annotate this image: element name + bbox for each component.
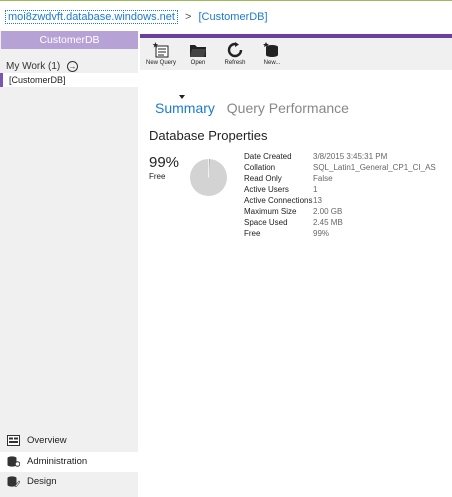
ribbon-toolbar: New Query Open Refresh New... [140,34,452,70]
tab-summary[interactable]: Summary [155,100,215,116]
new-query-label: New Query [145,60,176,66]
property-value: 99% [313,229,330,238]
property-value: 2.00 GB [313,207,343,216]
property-key: Read Only [244,174,282,183]
nav-item-administration[interactable]: Administration [0,452,138,472]
breadcrumb-server-link[interactable]: moi8zwdvft.database.windows.net [5,10,178,24]
property-key: Active Users [244,185,289,194]
breadcrumb-separator: > [185,11,192,23]
new-query-icon [152,42,169,58]
my-work-label: My Work (1) [6,61,61,73]
nav-item-design[interactable]: Design [0,472,138,492]
sidebar-database-header: CustomerDB [1,31,138,49]
arrow-right-circle-icon[interactable]: → [67,61,79,72]
page-title: Database Properties [149,128,268,143]
free-percent-label: Free [149,172,166,181]
tab-caret-icon [179,95,185,99]
property-value: 2.45 MB [313,218,343,227]
overview-icon [7,435,20,446]
database-pencil-icon [7,476,20,487]
new-button[interactable]: New... [254,40,290,70]
tab-bar: Summary Query Performance [155,100,357,116]
top-bar: moi8zwdvft.database.windows.net > [Custo… [0,0,452,34]
my-work-section[interactable]: My Work (1) → [6,61,79,73]
my-work-item-customerdb[interactable]: [CustomerDB] [0,73,138,87]
breadcrumb: moi8zwdvft.database.windows.net > [Custo… [5,10,268,24]
property-key: Active Connections [244,196,313,205]
property-key: Maximum Size [244,207,297,216]
property-key: Date Created [244,152,292,161]
breadcrumb-database-link[interactable]: [CustomerDB] [199,11,268,23]
refresh-button[interactable]: Refresh [217,40,253,70]
database-gear-icon [7,456,20,467]
refresh-icon [227,42,243,58]
tab-query-performance[interactable]: Query Performance [227,100,349,116]
new-label: New... [263,60,281,66]
nav-label-overview: Overview [27,435,67,446]
refresh-label: Refresh [224,60,246,66]
open-label: Open [190,60,206,66]
free-percent-value: 99% [149,154,180,171]
property-value: SQL_Latin1_General_CP1_CI_AS [313,163,436,172]
new-database-icon [263,42,278,57]
property-value: False [313,174,333,183]
property-key: Free [244,229,261,238]
sidebar: CustomerDB My Work (1) → [CustomerDB] Ov… [0,31,138,497]
folder-icon [190,45,206,57]
open-button[interactable]: Open [180,40,216,70]
nav-label-design: Design [27,476,57,487]
property-value: 1 [313,185,318,194]
property-value: 3/8/2015 3:45:31 PM [313,152,388,161]
nav-label-administration: Administration [27,456,88,467]
space-usage-pie [189,158,228,197]
new-query-button[interactable]: New Query [143,40,179,70]
property-value: 13 [313,196,322,205]
nav-item-overview[interactable]: Overview [0,431,138,451]
property-key: Space Used [244,218,288,227]
property-key: Collation [244,163,276,172]
